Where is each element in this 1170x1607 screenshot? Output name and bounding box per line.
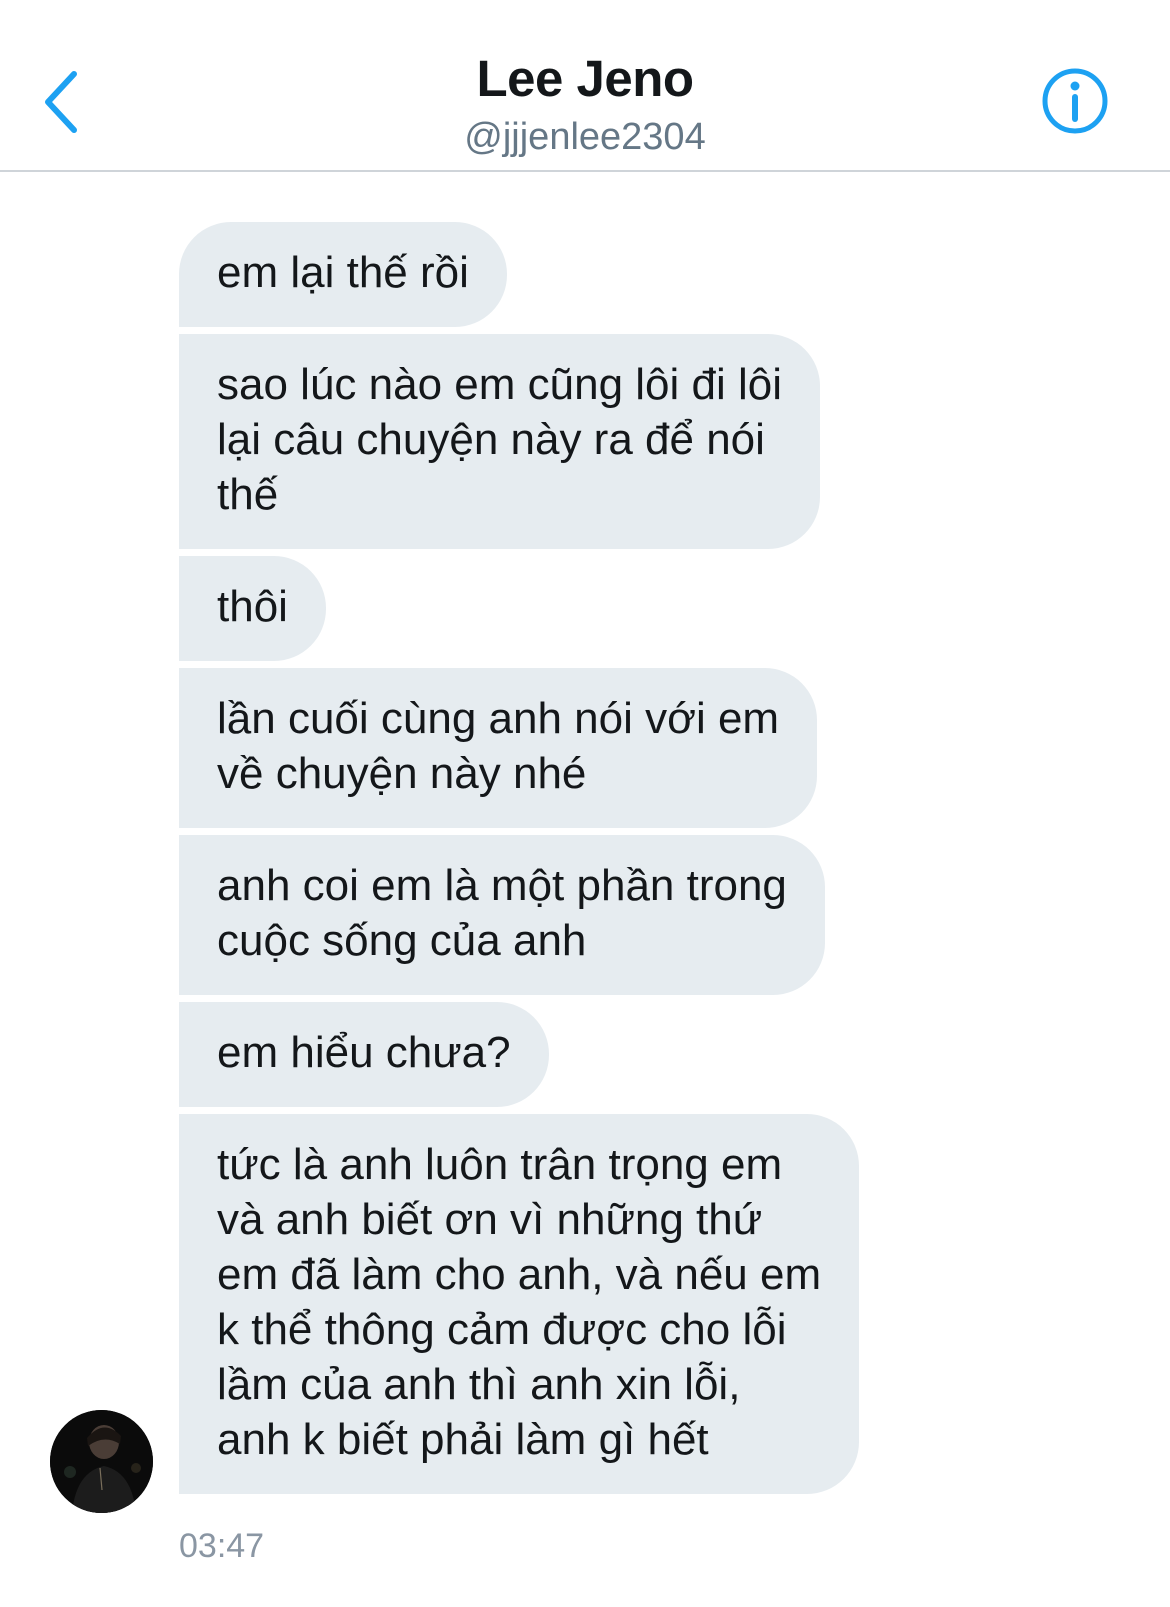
message-bubble[interactable]: thôi [179, 556, 326, 661]
avatar-photo [50, 1410, 153, 1513]
message-bubble[interactable]: lần cuối cùng anh nói với em về chuyện n… [179, 668, 818, 828]
message-timestamp: 03:47 [179, 1527, 265, 1565]
message-bubble[interactable]: sao lúc nào em cũng lôi đi lôi lại câu c… [179, 334, 820, 549]
message-bubble[interactable]: anh coi em là một phần trong cuộc sống c… [179, 835, 825, 995]
info-button[interactable] [1040, 66, 1110, 136]
message-bubble[interactable]: tức là anh luôn trân trọng em và anh biế… [179, 1114, 860, 1494]
conversation-title[interactable]: Lee Jeno @jjjenlee2304 [0, 48, 1170, 162]
message-bubble[interactable]: em hiểu chưa? [179, 1002, 549, 1107]
contact-handle: @jjjenlee2304 [464, 116, 706, 158]
info-circle-icon [1042, 68, 1108, 134]
conversation-header: Lee Jeno @jjjenlee2304 [0, 0, 1170, 172]
message-thread: em lại thế rồi sao lúc nào em cũng lôi đ… [0, 222, 1170, 1501]
avatar[interactable] [50, 1410, 153, 1513]
message-bubble[interactable]: em lại thế rồi [179, 222, 507, 327]
contact-name: Lee Jeno [476, 50, 694, 107]
